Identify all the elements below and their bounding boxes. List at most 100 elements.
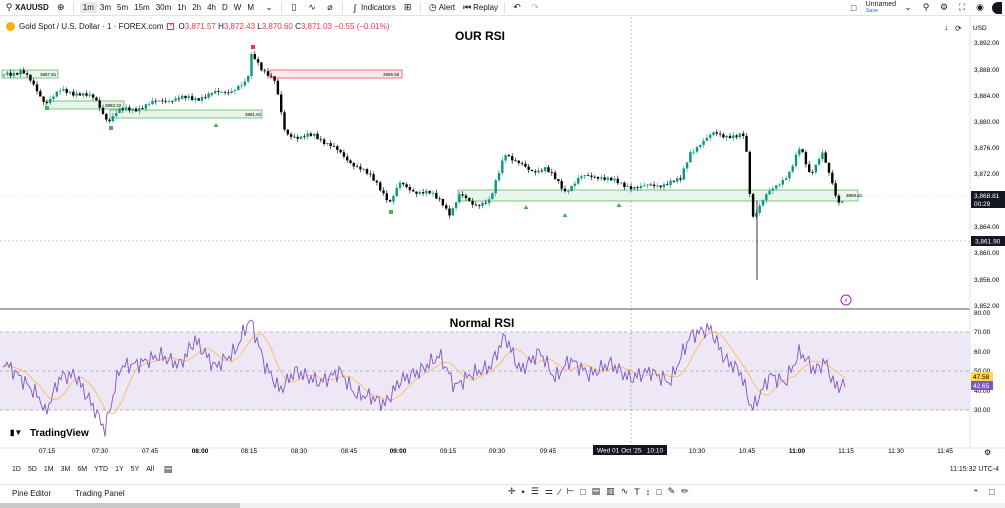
clock[interactable]: 11:15:32 UTC-4 [950,466,1005,473]
maximize-panel-icon[interactable]: □ [989,487,994,497]
quick-search-button[interactable]: ⚲ [917,0,935,16]
dot-tool-icon[interactable]: • [522,487,525,497]
templates-button[interactable]: ⊞ [399,0,417,16]
range-1y[interactable]: 1Y [115,466,124,473]
calendar-icon[interactable]: ▤ [162,463,174,475]
timeframe-30m[interactable]: 30m [153,2,175,13]
publish-button[interactable] [989,0,1005,16]
screenshot-button[interactable]: ◉ [971,0,989,16]
trading-panel-tab[interactable]: Trading Panel [63,489,137,498]
candle-down [16,72,19,75]
line-type-button[interactable]: ∿ [303,0,321,16]
candle-up [52,96,55,100]
timeframe-W[interactable]: W [231,2,245,13]
range-3m[interactable]: 3M [61,466,71,473]
timeframe-1m[interactable]: 1m [79,2,97,13]
callout-tool-icon[interactable]: □ [656,487,661,497]
symbol-legend[interactable]: Gold Spot / U.S. Dollar · 1 · FOREX.com … [6,22,389,31]
chart-canvas[interactable]: 3887.81 3883.22 3881.81 3886.56 3868.81 OUR … [0,17,1005,457]
parallel-channel-icon[interactable]: ▤ [592,486,601,497]
fib-tool-icon[interactable]: ☰ [531,486,539,497]
candle-down [322,139,326,145]
timeframe-D[interactable]: D [219,2,231,13]
timeframe-2h[interactable]: 2h [189,2,204,13]
channel-tool-icon[interactable]: ⚌ [545,486,553,497]
symbol-search[interactable]: ⚲ XAUUSD [0,0,52,16]
horizontal-ray-icon[interactable]: ⊢ [566,486,574,497]
candle-down [385,193,388,201]
cursor-tool-icon[interactable]: ✛ [508,486,516,497]
reset-scale-icon[interactable]: ⟳ [955,24,962,33]
collapse-panel-icon[interactable]: ⌃ [972,488,980,499]
undo-button[interactable]: ↶ [508,0,526,16]
time-tick: 07:15 [39,448,56,455]
text-tool-icon[interactable]: T [634,487,640,497]
alert-button[interactable]: ◷ Alert [424,0,458,16]
fullscreen-icon: ⛶ [958,2,966,12]
chart-type-button[interactable]: ▯ [285,0,303,16]
candle-up [798,149,801,155]
range-ytd[interactable]: YTD [94,466,108,473]
replay-button[interactable]: ⏮ Replay [458,0,501,16]
rsi-scale[interactable]: 80.0070.0060.0050.0040.0030.00 [974,310,991,414]
timeframe-5m[interactable]: 5m [114,2,131,13]
candle-up [606,177,610,180]
candle-down [652,184,656,187]
horizontal-scrollbar[interactable] [0,503,1005,508]
highlighter-tool-icon[interactable]: ✏ [681,486,689,497]
indicators-button[interactable]: ∫ Indicators [346,0,399,16]
candle-down [461,194,464,196]
candle-up [639,185,643,189]
rectangle-tool-icon[interactable]: □ [580,487,585,497]
axis-settings-icon[interactable]: ⚙ [984,448,991,457]
candle-down [154,100,157,102]
redo-button[interactable]: ↷ [526,0,544,16]
timeframe-M[interactable]: M [244,2,257,13]
range-1d[interactable]: 1D [12,466,21,473]
range-6m[interactable]: 6M [77,466,87,473]
candle-up [841,201,844,203]
pine-editor-tab[interactable]: Pine Editor [0,489,63,498]
rsi-value: 42.65 [973,383,990,390]
timeframe-4h[interactable]: 4h [204,2,219,13]
pin-tool-icon[interactable]: ↕ [646,487,651,497]
support-zone-4[interactable] [457,189,859,202]
range-all[interactable]: All [146,466,154,473]
candle-down [309,133,313,136]
scroll-down-icon[interactable]: ↓ [944,23,948,32]
fullscreen-button[interactable]: ⛶ [953,0,971,16]
pitchfork-icon[interactable]: ▥ [606,486,615,497]
gold-symbol-icon [6,22,15,31]
zone-label: 3868.81 [846,193,863,198]
candle-down [550,172,553,173]
candle-down [666,184,669,186]
timeframe-3m[interactable]: 3m [97,2,114,13]
chevron-down-icon: ⌄ [904,2,912,12]
settings-button[interactable]: ⚙ [935,0,953,16]
time-tick: 10:30 [689,448,706,455]
candle-down [85,93,88,96]
timeframe-dropdown[interactable]: ⌄ [260,0,278,16]
candle-down [223,91,227,93]
timeframe-15m[interactable]: 15m [131,2,153,13]
compare-button[interactable]: ⊕ [52,0,70,16]
path-tool-icon[interactable]: ∿ [621,486,629,497]
candle-up [705,137,709,141]
candle-up [157,100,161,102]
range-5y[interactable]: 5Y [131,466,140,473]
brush-tool-icon[interactable]: ✎ [668,486,676,497]
bars-type-button[interactable]: ⌀ [321,0,339,16]
range-5d[interactable]: 5D [28,466,37,473]
price-tick: 3,888.00 [974,67,1000,74]
timeframe-1h[interactable]: 1h [174,2,189,13]
time-axis[interactable]: 07:15 07:30 07:45 08:00 08:15 08:30 08:45 09:00… [39,448,953,455]
range-1m[interactable]: 1M [44,466,54,473]
layout-dropdown[interactable]: ⌄ [899,0,917,16]
scrollbar-thumb[interactable] [0,503,240,508]
candle-up [214,91,217,94]
trendline-tool-icon[interactable]: ∕ [559,487,561,497]
price-scale[interactable]: 3,892.00 3,888.00 3,884.00 3,880.00 3,876.00… [974,40,1000,310]
separator [72,1,74,14]
layout-button[interactable]: □ Unnamed Save [845,0,899,16]
buy-signal-marker [523,205,529,209]
